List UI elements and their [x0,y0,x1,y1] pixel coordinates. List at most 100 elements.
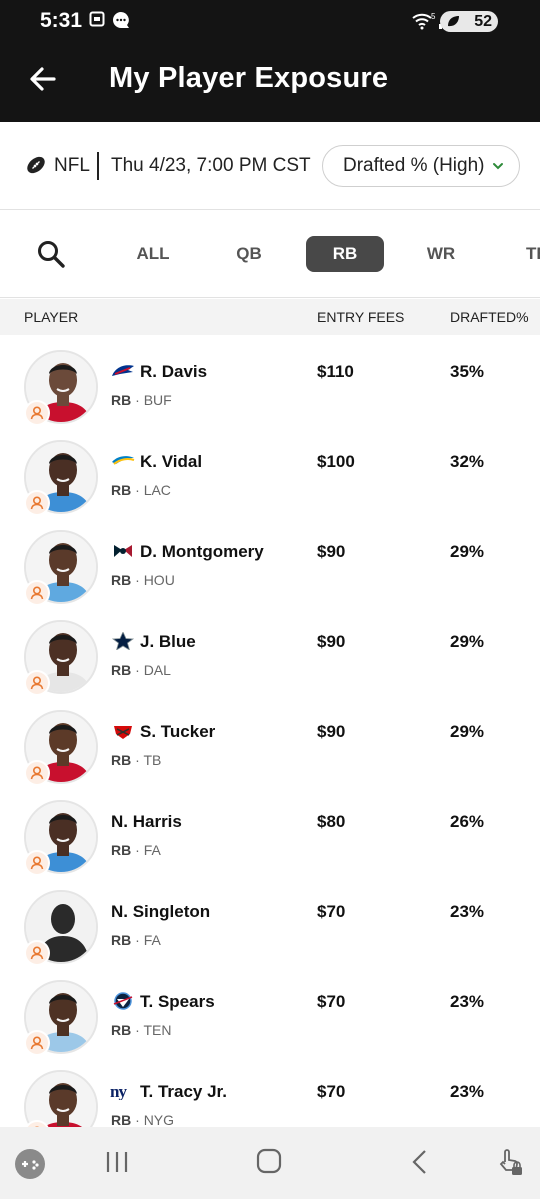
user-badge [24,490,50,516]
player-meta: RB · LAC [111,482,171,498]
col-drafted: DRAFTED% [450,309,529,325]
page-title: My Player Exposure [109,62,389,94]
column-header: PLAYER ENTRY FEES DRAFTED% [0,299,540,335]
battery-level: 52 [474,13,492,30]
back-button[interactable] [26,62,60,96]
recent-apps-button[interactable] [104,1149,130,1180]
player-position: RB [111,752,132,768]
message-icon [112,11,130,34]
player-team: FA [143,932,161,948]
player-team: TB [143,752,162,768]
position-tabs: ALL QB RB WR TE [0,210,540,298]
player-row[interactable]: K. Vidal RB · LAC $100 32% [0,426,540,516]
player-position: RB [111,1112,132,1128]
nav-back-button[interactable] [408,1149,432,1180]
user-badge [24,580,50,606]
tab-rb[interactable]: RB [306,236,384,272]
tab-qb[interactable]: QB [216,236,282,272]
league-label: NFL [54,155,90,176]
player-name: D. Montgomery [140,542,264,561]
player-row[interactable]: R. Davis RB · BUF $110 35% [0,336,540,426]
player-meta: RB · NYG [111,1112,175,1128]
player-position: RB [111,482,132,498]
tab-te[interactable]: TE [520,236,540,272]
player-team: TEN [143,1022,172,1038]
app-header: My Player Exposure [0,38,540,122]
user-badge [24,940,50,966]
status-time: 5:31 [40,9,83,32]
sort-label: Drafted % (High) [343,155,485,176]
user-icon [30,766,44,780]
svg-text:5: 5 [431,12,436,21]
entry-fee: $110 [317,362,354,381]
system-nav-bar [0,1127,540,1199]
player-meta: RB · BUF [111,392,172,408]
drafted-percent: 29% [450,722,485,741]
drafted-percent: 23% [450,992,485,1011]
battery-saver-icon [448,16,459,27]
bills-logo-icon [110,362,136,380]
player-row[interactable]: S. Tucker RB · TB $90 29% [0,696,540,786]
player-team: FA [143,842,161,858]
chevron-down-icon [493,163,503,170]
player-meta: RB · FA [111,842,161,858]
player-row[interactable]: N. Singleton RB · FA $70 23% [0,876,540,966]
user-badge [24,850,50,876]
buccaneers-logo-icon [110,722,136,740]
player-name: J. Blue [140,632,196,651]
player-name: T. Tracy Jr. [140,1082,227,1101]
col-player: PLAYER [24,309,79,325]
player-name: T. Spears [140,992,215,1011]
entry-fee: $70 [317,992,346,1011]
player-row[interactable]: T. Spears RB · TEN $70 23% [0,966,540,1056]
titans-logo-icon [110,992,136,1010]
drafted-percent: 29% [450,632,485,651]
player-position: RB [111,662,132,678]
tab-all[interactable]: ALL [120,236,186,272]
user-icon [30,946,44,960]
player-team: LAC [143,482,171,498]
touch-lock-icon[interactable] [496,1147,524,1182]
player-meta: RB · TEN [111,1022,172,1038]
player-position: RB [111,932,132,948]
search-icon [38,241,65,268]
drafted-percent: 23% [450,902,485,921]
user-badge [24,670,50,696]
game-launcher-icon[interactable] [14,1148,46,1185]
home-button[interactable] [256,1148,282,1179]
player-meta: RB · FA [111,932,161,948]
player-meta: RB · TB [111,752,162,768]
search-button[interactable] [36,239,66,274]
divider [97,152,99,180]
player-name: N. Harris [111,812,182,831]
user-icon [30,406,44,420]
chargers-logo-icon [110,452,136,470]
drafted-percent: 35% [450,362,485,381]
wifi-icon: 5 [412,12,436,35]
texans-logo-icon [110,542,136,560]
player-row[interactable]: J. Blue RB · DAL $90 29% [0,606,540,696]
entry-fee: $80 [317,812,346,831]
football-icon [25,154,47,181]
entry-fee: $90 [317,632,346,651]
player-name: N. Singleton [111,902,211,921]
tab-wr[interactable]: WR [408,236,474,272]
player-position: RB [111,1022,132,1038]
user-badge [24,400,50,426]
player-row[interactable]: D. Montgomery RB · HOU $90 29% [0,516,540,606]
entry-fee: $70 [317,1082,346,1101]
player-meta: RB · HOU [111,572,175,588]
player-position: RB [111,392,132,408]
entry-fee: $90 [317,722,346,741]
player-team: DAL [143,662,171,678]
user-badge [24,1030,50,1056]
player-name: K. Vidal [140,452,203,471]
user-badge [24,760,50,786]
user-icon [30,496,44,510]
user-icon [30,856,44,870]
entry-fee: $70 [317,902,346,921]
player-position: RB [111,572,132,588]
player-row[interactable]: N. Harris RB · FA $80 26% [0,786,540,876]
sort-dropdown[interactable]: Drafted % (High) [322,145,520,187]
user-icon [30,586,44,600]
